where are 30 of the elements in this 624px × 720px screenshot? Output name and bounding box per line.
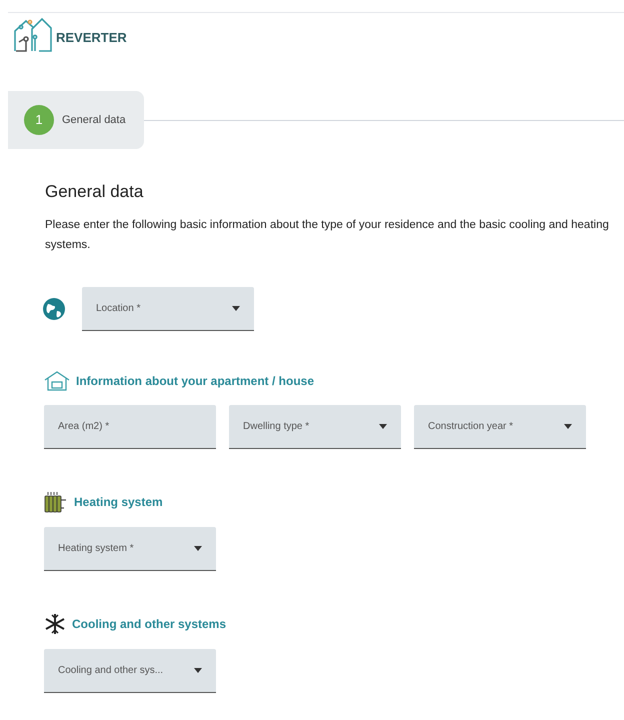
logo-icon (12, 15, 52, 53)
radiator-icon (44, 490, 68, 512)
dropdown[interactable]: Heating system * (44, 526, 216, 570)
caret-icon (564, 424, 572, 428)
field-label: Cooling and other sys... (58, 664, 164, 678)
dropdown[interactable]: Location * (82, 286, 254, 330)
page-title: General data (45, 181, 144, 203)
field-label: Heating system * (58, 542, 134, 556)
caret-icon (232, 306, 240, 310)
intro-text: Please enter the following basic information about the type of your residence and the basic cooling and heating systems. (45, 218, 610, 252)
field-label: Construction year * (428, 420, 514, 434)
brand-name: REVERTER (56, 28, 127, 46)
caret-icon (379, 424, 387, 428)
step-number: 1 (24, 105, 54, 135)
caret-icon (194, 668, 202, 672)
section-heading: Cooling and other systems (72, 616, 226, 632)
field-label: Area (m2) * (58, 420, 110, 434)
dropdown[interactable]: Cooling and other sys... (44, 648, 216, 692)
dropdown[interactable]: Construction year * (414, 404, 586, 448)
input-field[interactable]: Area (m2) * (44, 404, 216, 448)
field-label: Dwelling type * (243, 420, 310, 434)
snowflake-icon (44, 612, 66, 634)
section-heading: Heating system (74, 494, 163, 510)
house-icon (44, 370, 70, 390)
step-label: General data (62, 112, 126, 128)
dropdown[interactable]: Dwelling type * (229, 404, 401, 448)
caret-icon (194, 546, 202, 550)
section-heading: Information about your apartment / house (76, 372, 314, 390)
field-label: Location * (96, 302, 140, 316)
step-tab[interactable]: 1 General data (8, 91, 144, 149)
